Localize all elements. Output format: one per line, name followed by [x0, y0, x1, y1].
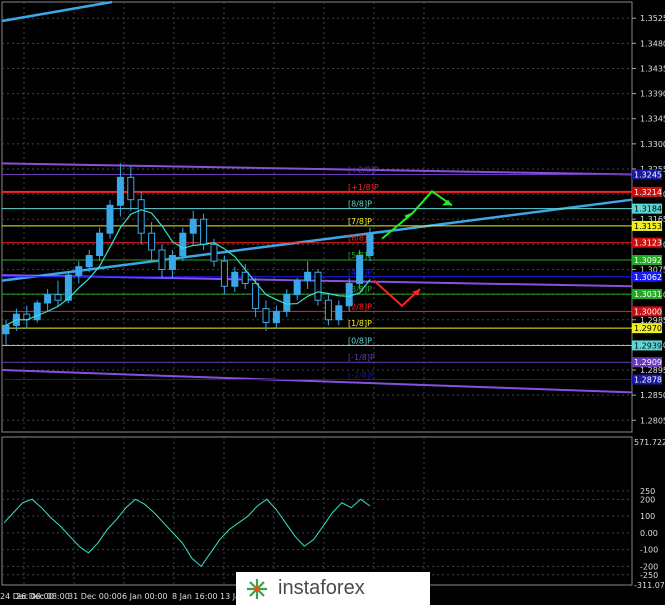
candle-body	[116, 176, 124, 206]
x-tick-label: 31 Dec 00:00	[68, 592, 122, 601]
candle-body	[96, 232, 104, 257]
murray-level-tag-label: 1.2939	[634, 341, 662, 350]
candle-body	[127, 176, 135, 201]
osc-y-tick-label: 100	[640, 512, 655, 521]
candle-body	[262, 308, 270, 324]
y-tick-label: 1.2895	[640, 366, 665, 375]
price-chart: 1.3525 1.3480 1.3435 1.3390 1.3345 1.3300 1.32…	[0, 0, 665, 601]
candle-body	[54, 294, 62, 301]
candle-body	[179, 232, 187, 257]
murray-level-tag-label: 1.2970	[634, 324, 662, 333]
instaforex-watermark: instaforex	[236, 572, 430, 605]
osc-y-tick-label: -100	[640, 546, 658, 555]
osc-y-tick-label: -250	[640, 571, 658, 580]
candle-body	[356, 255, 364, 284]
candle-body	[189, 218, 197, 234]
murray-level-tag-label: 1.3123	[634, 239, 662, 248]
candle-body	[252, 282, 260, 310]
osc-min-label: -311.0700	[634, 581, 665, 590]
y-tick-label: 1.3345	[640, 115, 665, 124]
candle-body	[106, 204, 114, 234]
murray-level-tag-label: 1.2909	[634, 358, 662, 367]
candle-body	[200, 218, 208, 245]
murray-level-tag-label: 1.3031	[634, 290, 662, 299]
candle-body	[75, 266, 83, 276]
murray-level-label: [-2/8]P	[348, 371, 375, 380]
y-tick-label: 1.3525	[640, 14, 665, 23]
x-tick-label: 26 Dec 08:00	[16, 592, 70, 601]
y-tick-label: 1.3480	[640, 39, 665, 48]
candle-body	[231, 271, 239, 287]
y-tick-label: 1.2805	[640, 416, 665, 425]
candle-body	[314, 271, 322, 301]
candle-body	[137, 199, 145, 234]
osc-max-label: 571.7224	[634, 438, 665, 447]
candle-body	[168, 255, 176, 270]
channel-lower-line	[1, 369, 633, 394]
murray-level-label: [1/8]P	[348, 319, 372, 328]
candle-body	[241, 271, 249, 284]
murray-level-tag-label: 1.3214	[634, 188, 662, 197]
candle-body	[304, 271, 312, 282]
murray-level-tag-label: 1.3245	[634, 171, 662, 180]
candle-body	[44, 294, 52, 304]
murray-level-label: [8/8]P	[348, 200, 372, 209]
candle-body	[366, 232, 374, 257]
murray-level-tag-label: 1.3000	[634, 307, 662, 316]
candle-body	[293, 280, 301, 296]
murray-level-label: [-1/8]P	[348, 353, 375, 362]
candle-body	[158, 249, 166, 270]
candle-body	[85, 255, 93, 268]
candle-body	[324, 299, 332, 321]
murray-level-tag-label: 1.3184	[634, 205, 662, 214]
murray-level-label: [7/8]P	[348, 217, 372, 226]
watermark-text: instaforex	[278, 577, 365, 599]
candle-body	[148, 232, 156, 251]
candle-body	[210, 243, 218, 262]
y-tick-label: 1.3300	[640, 140, 665, 149]
forecast-arrow-down	[373, 279, 421, 308]
murray-level-label: [0/8]P	[348, 336, 372, 345]
murray-level-tag-label: 1.2878	[634, 376, 662, 385]
y-tick-label: 1.3435	[640, 64, 665, 73]
candle-body	[345, 282, 353, 307]
instaforex-logo-icon	[247, 578, 267, 599]
murray-level-tag-label: 1.3153	[634, 222, 662, 231]
main-panel-frame	[1, 1, 633, 433]
x-tick-label: 6 Jan 00:00	[122, 592, 168, 601]
candle-body	[33, 302, 41, 321]
osc-y-tick-label: 0.00	[640, 529, 658, 538]
moving-average-line	[5, 209, 371, 326]
y-tick-label: 1.3390	[640, 90, 665, 99]
murray-level-tag-label: 1.3092	[634, 256, 662, 265]
oscillator-panel-frame	[1, 436, 633, 586]
murray-level-label: [+1/8]P	[348, 183, 379, 192]
osc-y-tick-label: 200	[640, 495, 655, 504]
candle-body	[335, 305, 343, 321]
x-tick-label: 8 Jan 16:00	[172, 592, 218, 601]
murray-level-tag-label: 1.3062	[634, 273, 662, 282]
candle-body	[272, 310, 280, 324]
candle-body	[2, 324, 10, 335]
murray-level-label: [+2/8]P	[348, 166, 379, 175]
y-tick-label: 1.2850	[640, 391, 665, 400]
candle-body	[220, 260, 228, 287]
